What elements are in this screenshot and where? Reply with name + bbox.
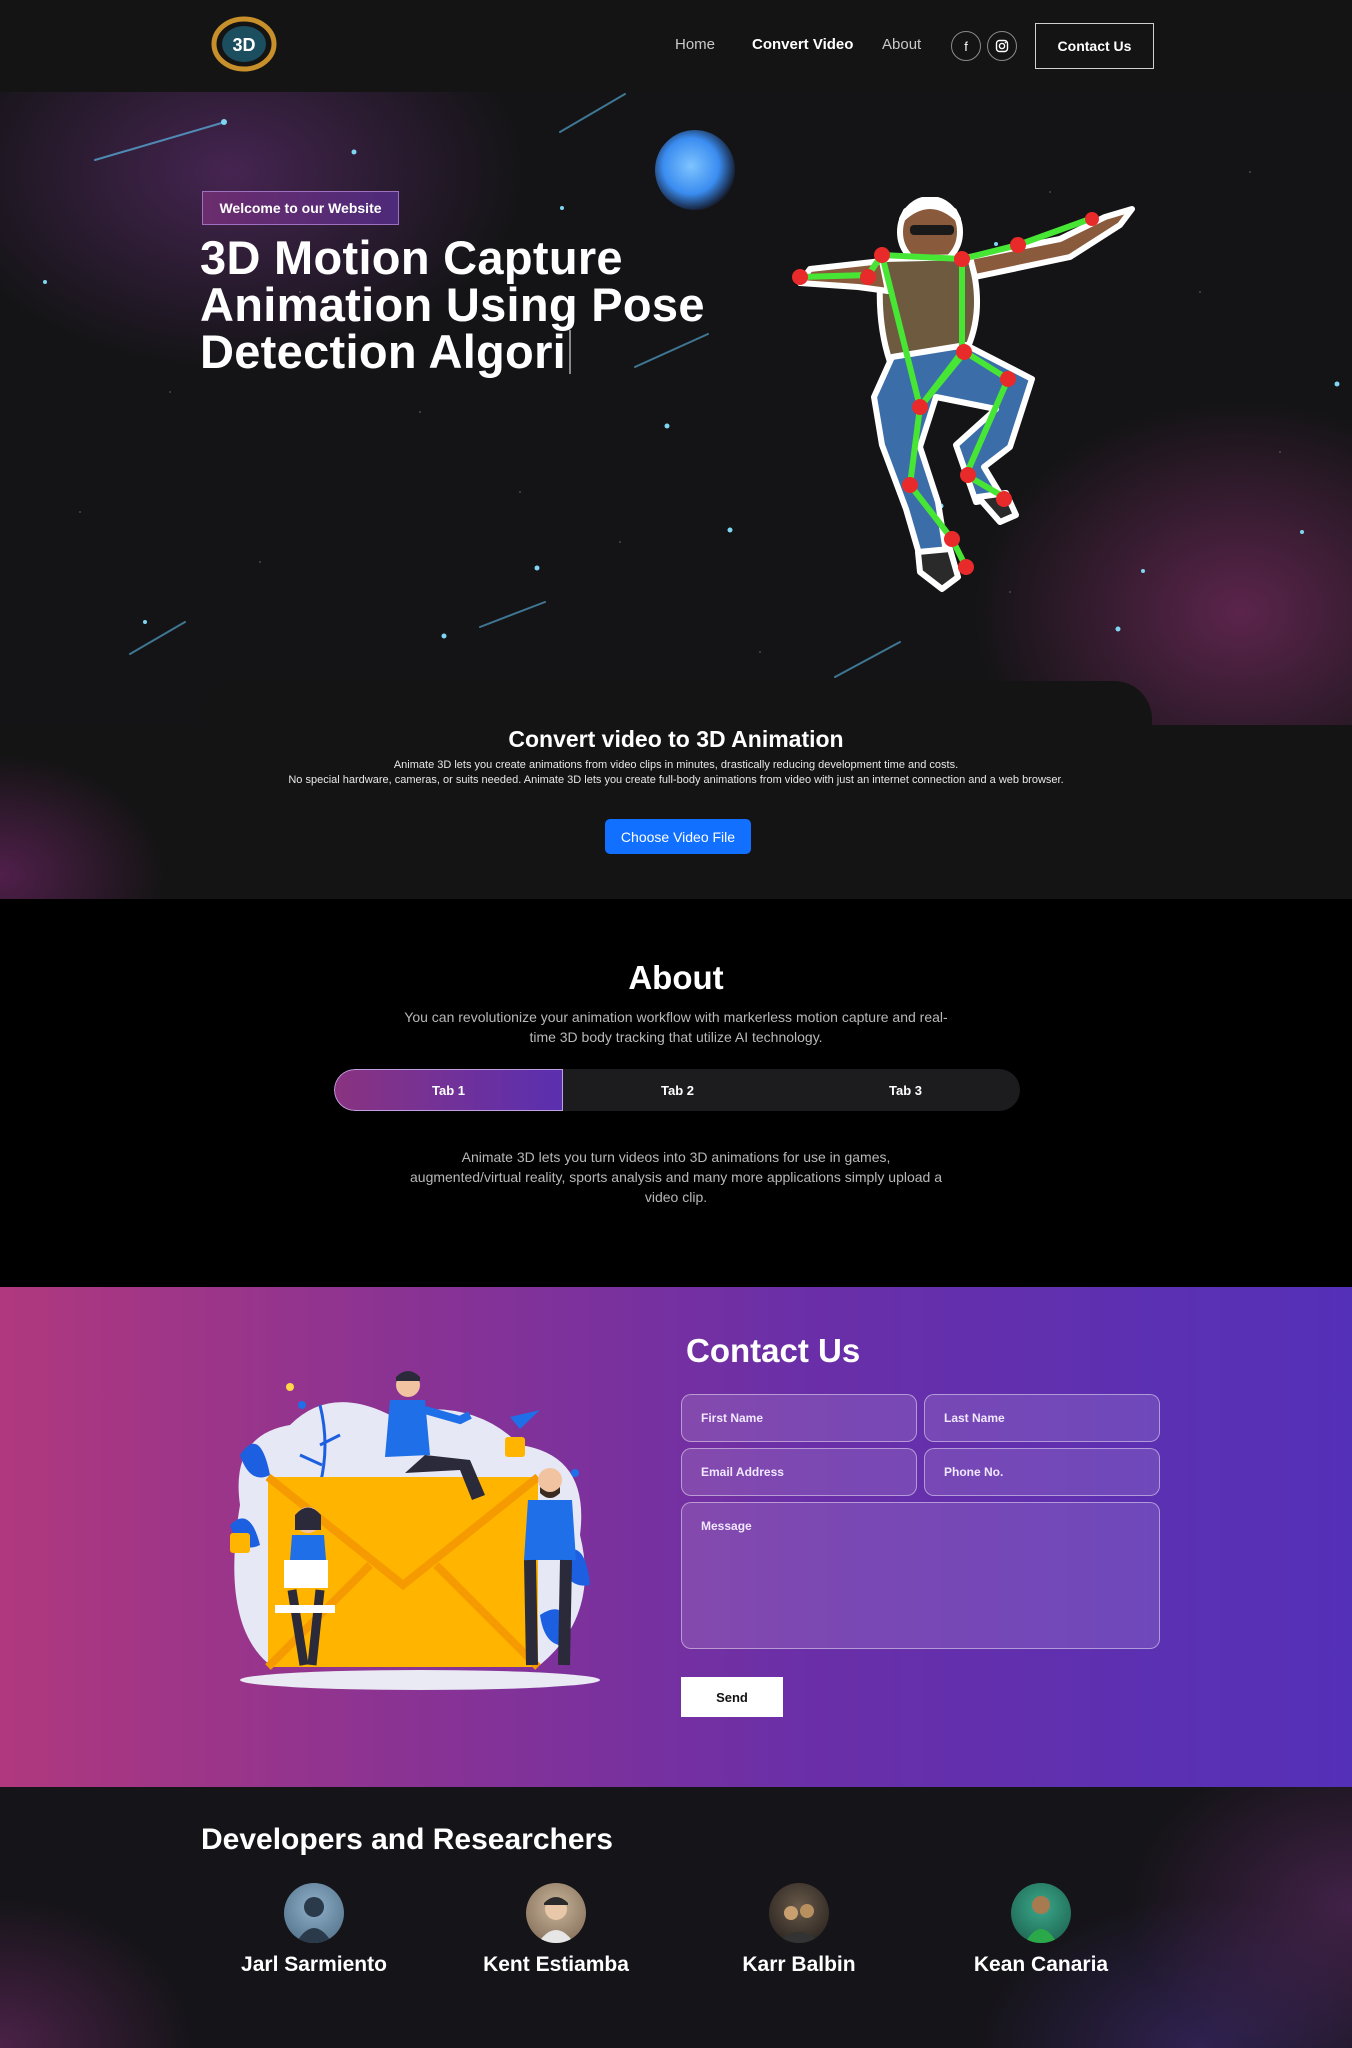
nav-convert-video-link[interactable]: Convert Video <box>752 36 853 53</box>
about-tabs: Tab 1 Tab 2 Tab 3 <box>334 1069 1020 1111</box>
developer-card: Karr Balbin <box>699 1883 899 1977</box>
developer-name: Kean Canaria <box>973 1953 1109 1976</box>
hero-section: Welcome to our Website 3D Motion Capture… <box>0 92 1352 725</box>
contact-title: Contact Us <box>686 1332 861 1369</box>
convert-title: Convert video to 3D Animation <box>508 726 844 752</box>
contact-illustration <box>230 1371 600 1690</box>
developers-title: Developers and Researchers <box>201 1823 613 1856</box>
developers-section: Developers and Researchers Jarl Sarmient… <box>0 1787 1352 2048</box>
nav-about-link[interactable]: About <box>882 36 921 53</box>
developer-name: Karr Balbin <box>742 1953 856 1976</box>
glowing-orb <box>655 130 735 210</box>
avatar <box>526 1883 586 1943</box>
welcome-badge: Welcome to our Website <box>202 191 399 225</box>
avatar <box>769 1883 829 1943</box>
avatar <box>1011 1883 1071 1943</box>
tab-content: Animate 3D lets you turn videos into 3D … <box>410 1149 943 1205</box>
tab-3[interactable]: Tab 3 <box>791 1069 1020 1111</box>
developer-card: Kent Estiamba <box>456 1883 656 1977</box>
developer-name: Jarl Sarmiento <box>241 1953 387 1976</box>
send-button[interactable]: Send <box>681 1677 783 1717</box>
about-subtitle: You can revolutionize your animation wor… <box>404 1009 948 1045</box>
about-title: About <box>628 959 724 996</box>
convert-description-line-1: Animate 3D lets you create animations fr… <box>393 759 959 771</box>
convert-card: Convert video to 3D Animation Animate 3D… <box>200 681 1152 899</box>
first-name-field[interactable]: First Name <box>681 1394 917 1442</box>
about-section: About You can revolutionize your animati… <box>0 899 1352 1287</box>
choose-video-file-button[interactable]: Choose Video File <box>605 819 751 854</box>
pose-detection-figure <box>792 197 1135 592</box>
email-field[interactable]: Email Address <box>681 1448 917 1496</box>
convert-description-line-2: No special hardware, cameras, or suits n… <box>288 774 1064 786</box>
developer-card: Jarl Sarmiento <box>214 1883 414 1977</box>
typing-caret <box>569 330 572 374</box>
developer-name: Kent Estiamba <box>483 1953 629 1976</box>
nav-home-link[interactable]: Home <box>675 36 715 53</box>
site-logo[interactable]: 3D <box>210 14 278 74</box>
nav-contact-button[interactable]: Contact Us <box>1035 23 1154 69</box>
tab-1[interactable]: Tab 1 <box>334 1069 563 1111</box>
message-field[interactable]: Message <box>681 1502 1160 1649</box>
top-navbar: 3D Home Convert Video About f Contact Us <box>0 0 1352 92</box>
phone-field[interactable]: Phone No. <box>924 1448 1160 1496</box>
last-name-field[interactable]: Last Name <box>924 1394 1160 1442</box>
contact-section: Contact Us First Name Last Name Email Ad… <box>0 1287 1352 1787</box>
hero-title: 3D Motion Capture Animation Using Pose D… <box>200 231 705 378</box>
facebook-icon[interactable]: f <box>951 31 981 61</box>
svg-text:3D: 3D <box>232 35 255 55</box>
avatar <box>284 1883 344 1943</box>
tab-2[interactable]: Tab 2 <box>563 1069 792 1111</box>
instagram-icon[interactable] <box>987 31 1017 61</box>
developer-card: Kean Canaria <box>941 1883 1141 1977</box>
